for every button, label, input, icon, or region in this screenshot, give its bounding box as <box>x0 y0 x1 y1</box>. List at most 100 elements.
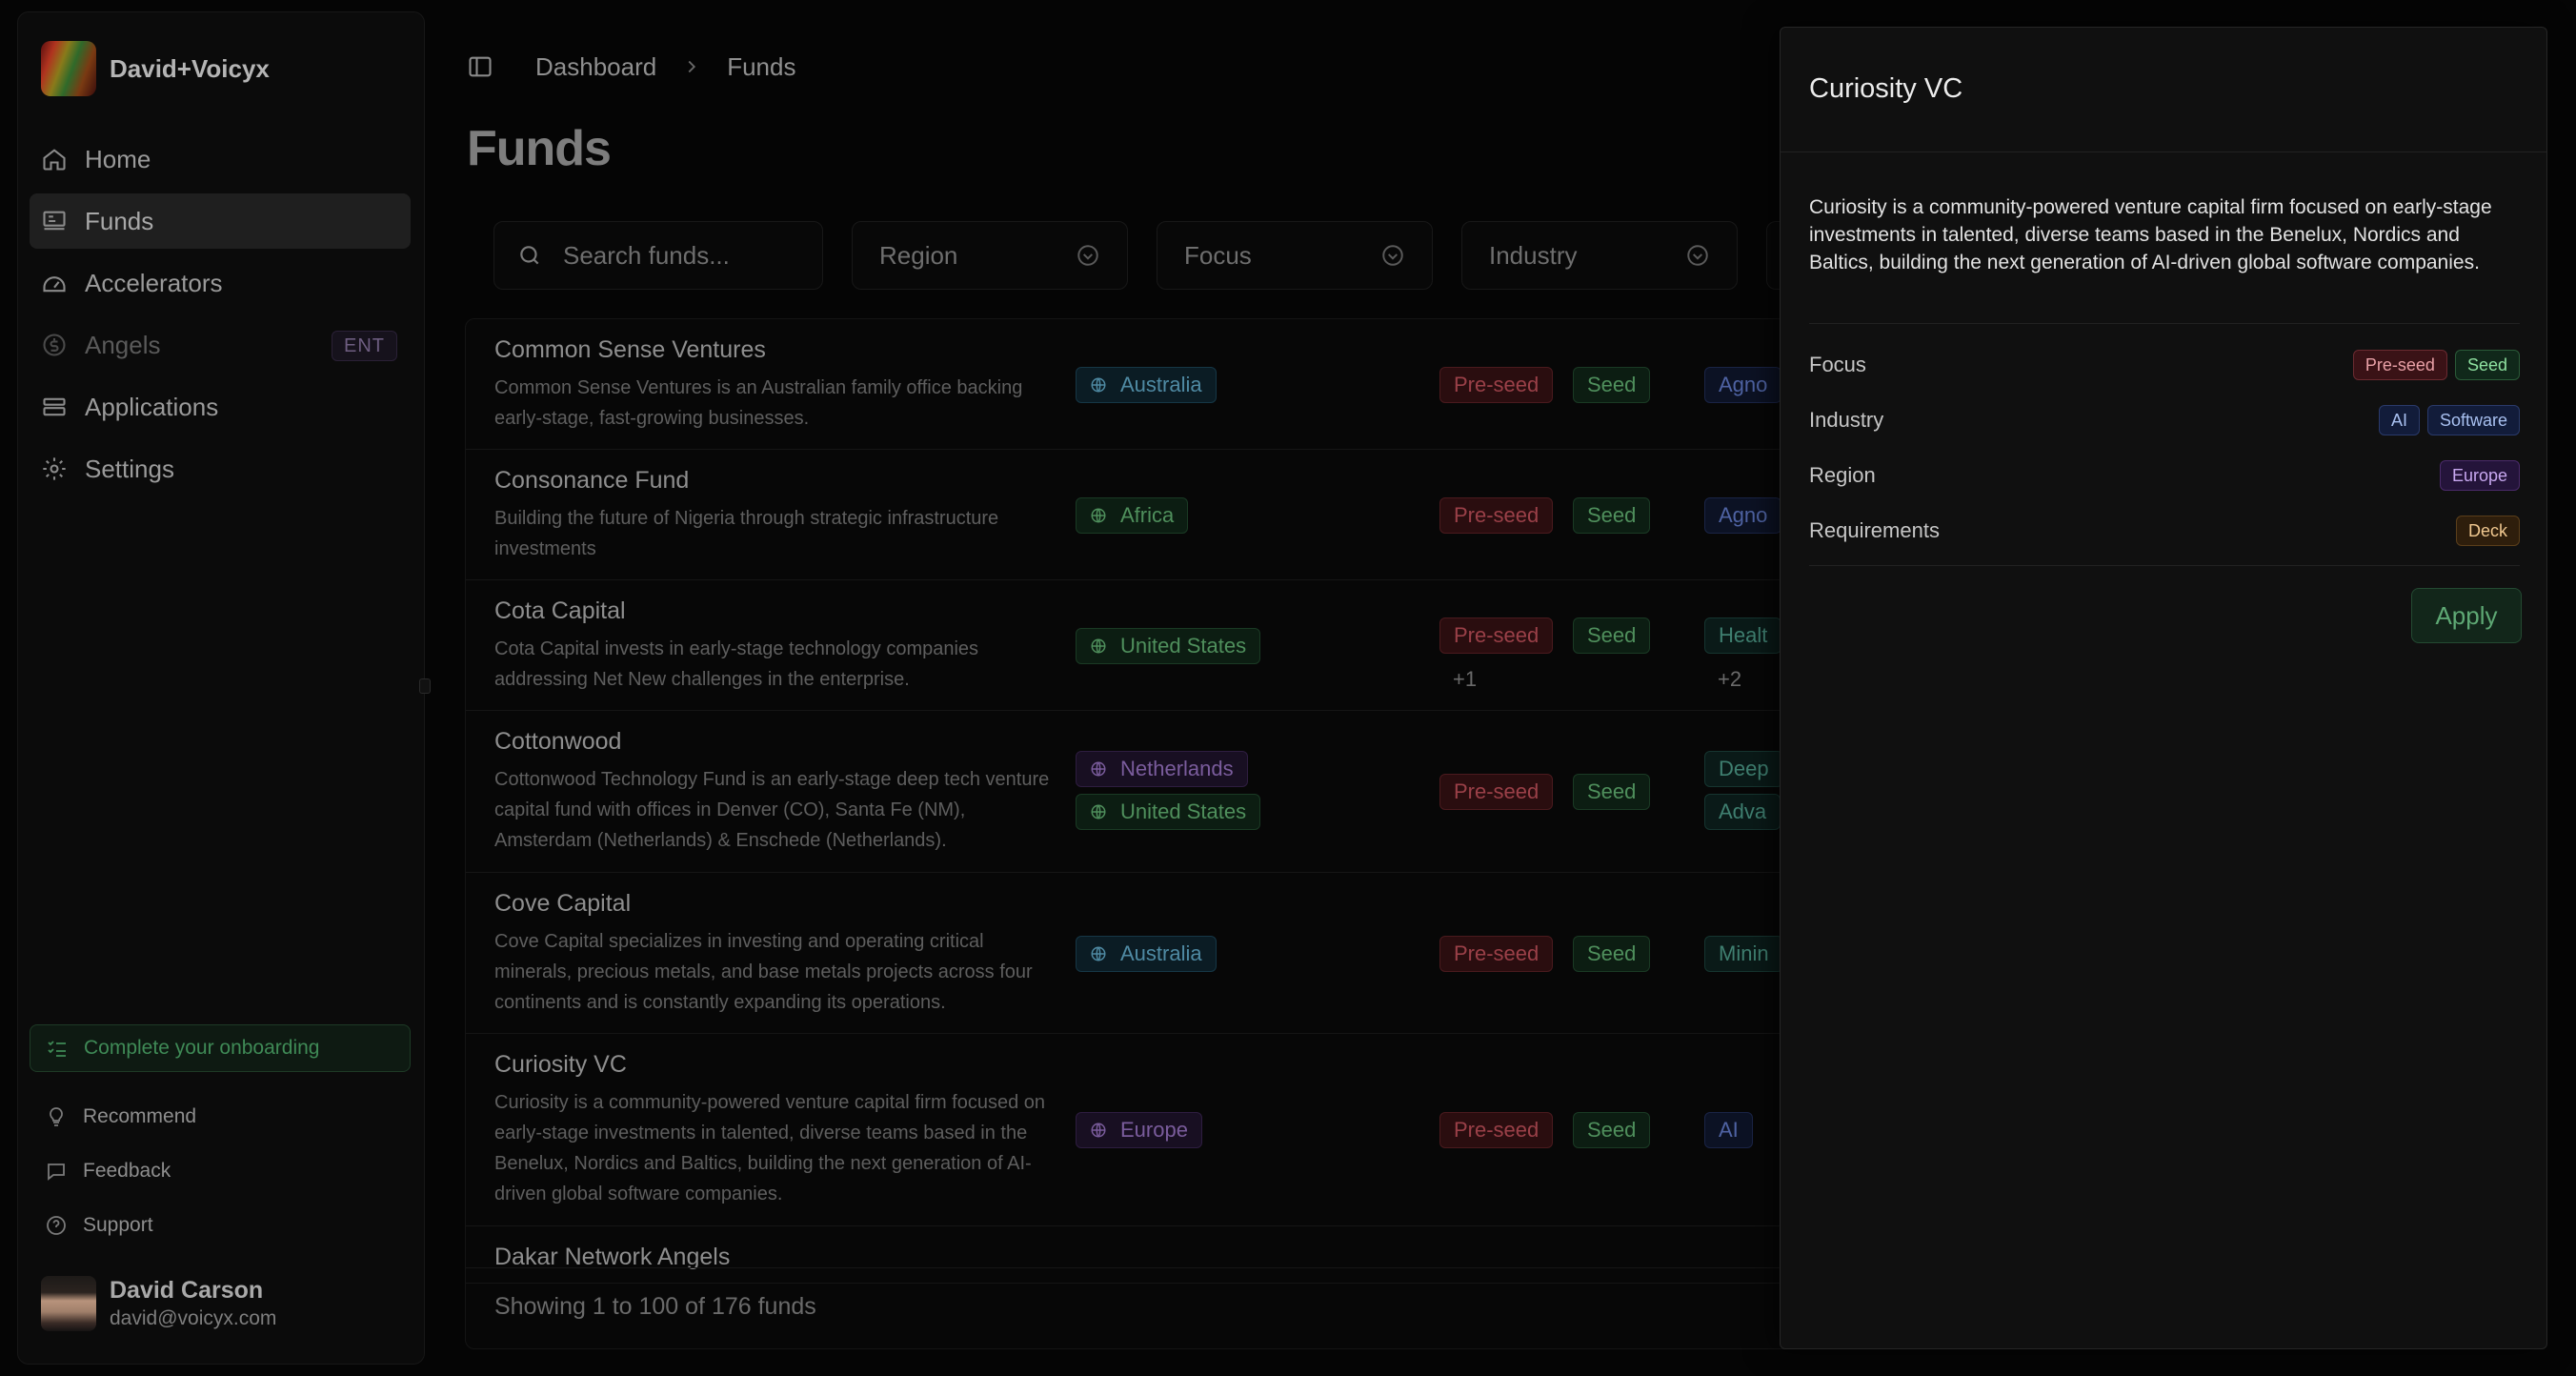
region-chip: United States <box>1076 794 1261 830</box>
region-chip-label: United States <box>1120 799 1247 823</box>
search-placeholder: Search funds... <box>563 240 730 270</box>
sidebar-item-label: Applications <box>85 392 219 421</box>
region-chip-label: Australia <box>1120 372 1202 396</box>
stage-chip: Pre-seed <box>1439 774 1554 810</box>
globe-icon <box>1091 377 1106 392</box>
angels-icon <box>43 334 66 356</box>
region-chip-label: Netherlands <box>1120 757 1234 780</box>
sidebar-item-home[interactable]: Home <box>30 132 411 187</box>
sidebar-item-label: Home <box>85 144 151 173</box>
breadcrumb-dashboard[interactable]: Dashboard <box>535 52 656 82</box>
recommend-label: Recommend <box>83 1104 197 1127</box>
fund-description: Curiosity is a community-powered venture… <box>494 1092 1046 1204</box>
breadcrumb-funds: Funds <box>727 51 796 81</box>
region-chip: United States <box>1076 627 1261 664</box>
requirement-tag: Deck <box>2455 516 2520 546</box>
help-icon <box>47 1215 66 1235</box>
panel-divider <box>1809 565 2520 566</box>
sidebar-item-label: Settings <box>85 454 174 483</box>
panel-title: Curiosity VC <box>1809 73 1963 104</box>
fund-name[interactable]: Cottonwood <box>494 728 621 756</box>
region-chip-label: United States <box>1120 633 1247 658</box>
panel-row-region: Region Europe <box>1809 456 2520 495</box>
fund-description: Cottonwood Technology Fund is an early-s… <box>494 769 1050 851</box>
feedback-icon <box>48 1163 65 1181</box>
fund-name[interactable]: Common Sense Ventures <box>494 336 766 364</box>
panel-divider <box>1809 323 2520 324</box>
sidebar-item-angels[interactable]: Angels ENT <box>30 317 411 373</box>
focus-filter[interactable]: Focus <box>1157 221 1433 290</box>
industry-chip: Minin <box>1704 935 1783 972</box>
sidebar-resize-handle[interactable] <box>419 678 431 694</box>
stage-tag: Pre-seed <box>2352 350 2447 380</box>
stage-chip: Pre-seed <box>1439 366 1554 403</box>
fund-name[interactable]: Cove Capital <box>494 890 631 918</box>
sidebar: David+Voicyx Home Funds Accelerators Ang… <box>17 11 425 1365</box>
sidebar-item-label: Accelerators <box>85 268 223 297</box>
sidebar-item-label: Angels <box>85 330 161 359</box>
apply-button[interactable]: Apply <box>2411 588 2522 643</box>
panel-row-label: Requirements <box>1809 518 1940 542</box>
search-icon <box>520 246 539 265</box>
panel-row-label: Industry <box>1809 408 1884 432</box>
workspace-name: David+Voicyx <box>110 53 270 83</box>
more-stages-chip[interactable]: +1 <box>1439 661 1490 698</box>
region-chip-label: Europe <box>1120 1118 1188 1142</box>
stage-chip: Seed <box>1573 1112 1651 1148</box>
onboarding-label: Complete your onboarding <box>84 1037 320 1059</box>
search-input[interactable]: Search funds... <box>493 221 823 290</box>
support-label: Support <box>83 1213 153 1236</box>
industry-chip: Deep <box>1704 751 1783 787</box>
region-filter[interactable]: Region <box>852 221 1128 290</box>
region-chip: Africa <box>1076 496 1189 534</box>
filter-bar: Search funds... Region Focus Industry <box>493 221 1821 290</box>
sidebar-item-funds[interactable]: Funds <box>30 193 411 249</box>
industry-tag: AI <box>2378 405 2420 435</box>
region-filter-label: Region <box>879 240 958 270</box>
onboarding-banner[interactable]: Complete your onboarding <box>30 1024 411 1072</box>
stage-chip: Pre-seed <box>1439 496 1554 534</box>
sidebar-toggle-icon[interactable] <box>467 53 493 80</box>
chevron-down-icon <box>1077 245 1098 266</box>
feedback-link[interactable]: Feedback <box>30 1143 411 1198</box>
fund-name[interactable]: Consonance Fund <box>494 467 689 495</box>
region-chip-label: Australia <box>1120 941 1202 965</box>
fund-description: Common Sense Ventures is an Australian f… <box>494 377 1023 429</box>
user-profile[interactable]: David Carson david@voicyx.com <box>41 1276 276 1331</box>
sidebar-item-applications[interactable]: Applications <box>30 379 411 435</box>
support-link[interactable]: Support <box>30 1198 411 1252</box>
region-chip: Australia <box>1076 366 1217 403</box>
industry-filter-label: Industry <box>1489 240 1578 270</box>
region-chip: Australia <box>1076 935 1217 972</box>
workspace-switcher[interactable]: David+Voicyx <box>41 41 270 96</box>
fund-name[interactable]: Cota Capital <box>494 597 626 625</box>
workspace-logo <box>41 41 96 96</box>
sidebar-item-accelerators[interactable]: Accelerators <box>30 255 411 311</box>
globe-icon <box>1091 804 1106 820</box>
fund-detail-panel: Curiosity VC Curiosity is a community-po… <box>1780 27 2547 1349</box>
avatar <box>41 1276 96 1331</box>
chevron-down-icon <box>1687 245 1708 266</box>
globe-icon <box>1091 1123 1106 1138</box>
industry-chip: Healt <box>1704 617 1782 654</box>
panel-description: Curiosity is a community-powered venture… <box>1809 196 2492 273</box>
panel-row-requirements: Requirements Deck <box>1809 512 2520 550</box>
sidebar-item-settings[interactable]: Settings <box>30 441 411 496</box>
pagination-summary: Showing 1 to 100 of 176 funds <box>494 1293 816 1320</box>
stage-chip: Seed <box>1573 617 1651 654</box>
stage-tag: Seed <box>2454 350 2520 380</box>
fund-name[interactable]: Curiosity VC <box>494 1051 627 1079</box>
more-industries-chip[interactable]: +2 <box>1704 661 1755 698</box>
checklist-icon <box>48 1041 66 1057</box>
focus-filter-label: Focus <box>1184 240 1252 270</box>
accelerators-icon <box>43 276 66 293</box>
region-tag: Europe <box>2439 460 2520 491</box>
industry-filter[interactable]: Industry <box>1461 221 1738 290</box>
panel-row-industry: Industry AI Software <box>1809 401 2520 439</box>
recommend-link[interactable]: Recommend <box>30 1089 411 1143</box>
feedback-label: Feedback <box>83 1159 171 1182</box>
globe-icon <box>1091 946 1106 961</box>
breadcrumb: Dashboard Funds <box>467 48 795 86</box>
stage-chip: Seed <box>1573 935 1651 972</box>
panel-row-focus: Focus Pre-seed Seed <box>1809 346 2520 384</box>
